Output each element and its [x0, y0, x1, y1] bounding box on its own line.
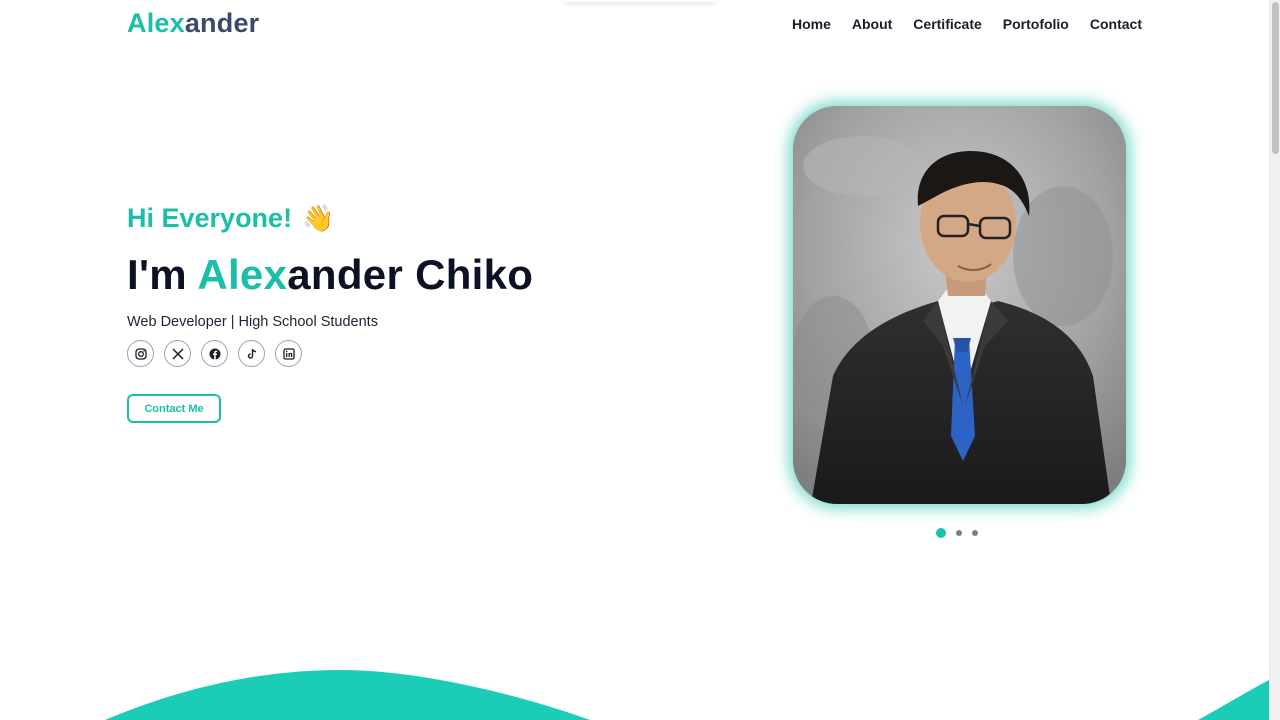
waving-hand-icon: 👋: [302, 203, 335, 233]
scrollbar-thumb[interactable]: [1272, 2, 1279, 154]
nav-item-about[interactable]: About: [852, 16, 892, 32]
headline-highlight: Alex: [197, 251, 288, 298]
brand-logo[interactable]: Alexander: [127, 8, 259, 39]
page-scrollbar[interactable]: [1269, 0, 1280, 720]
carousel-indicators: [936, 528, 978, 538]
facebook-link[interactable]: [201, 340, 228, 367]
instagram-link[interactable]: [127, 340, 154, 367]
linkedin-icon: [282, 347, 295, 360]
decorative-wave-left: [105, 670, 590, 720]
logo-accent: Alex: [127, 8, 185, 38]
tiktok-icon: [247, 348, 256, 359]
profile-photo: [793, 106, 1126, 504]
nav-item-portofolio[interactable]: Portofolio: [1003, 16, 1069, 32]
carousel-dot-2[interactable]: [956, 530, 962, 536]
social-links: [127, 340, 302, 367]
linkedin-link[interactable]: [275, 340, 302, 367]
facebook-icon: [209, 348, 220, 359]
headline-prefix: I'm: [127, 251, 198, 298]
nav-item-home[interactable]: Home: [792, 16, 831, 32]
nav-shadow: [565, 0, 715, 2]
contact-me-button[interactable]: Contact Me: [127, 394, 221, 423]
carousel-dot-3[interactable]: [972, 530, 978, 536]
tiktok-link[interactable]: [238, 340, 265, 367]
logo-rest: ander: [184, 8, 260, 38]
hero-greeting: Hi Everyone! 👋: [127, 203, 334, 234]
nav-links: Home About Certificate Portofolio Contac…: [792, 16, 1142, 32]
x-twitter-icon: [171, 347, 184, 360]
headline-rest: ander Chiko: [287, 251, 534, 298]
navbar: Alexander Home About Certificate Portofo…: [0, 0, 1269, 48]
portrait-image: [793, 106, 1126, 504]
hero-headline: I'm Alexander Chiko: [127, 251, 533, 299]
nav-item-contact[interactable]: Contact: [1090, 16, 1142, 32]
decorative-wave-right: [1198, 680, 1269, 720]
x-twitter-link[interactable]: [164, 340, 191, 367]
greeting-text: Hi Everyone!: [127, 203, 293, 233]
hero-subtitle: Web Developer | High School Students: [127, 314, 378, 330]
nav-item-certificate[interactable]: Certificate: [913, 16, 981, 32]
carousel-dot-1[interactable]: [936, 528, 946, 538]
instagram-icon: [134, 347, 147, 360]
